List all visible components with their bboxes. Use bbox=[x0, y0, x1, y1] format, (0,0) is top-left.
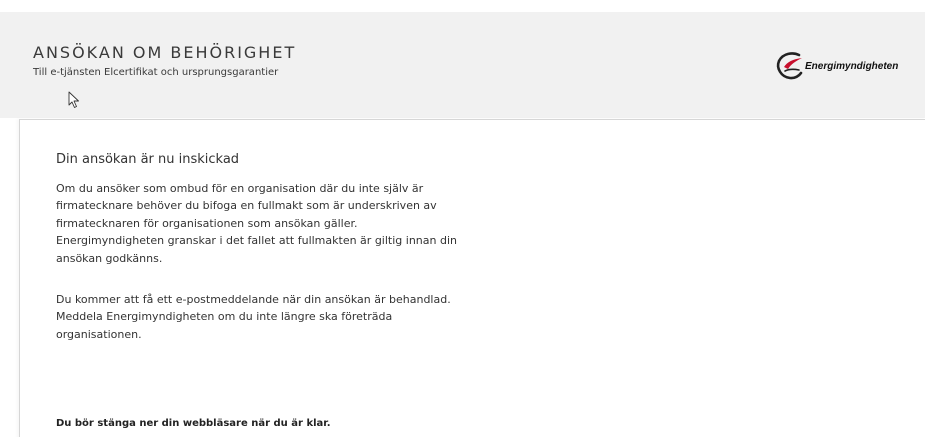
page-header: ANSÖKAN OM BEHÖRIGHET Till e-tjänsten El… bbox=[0, 12, 925, 118]
paragraph-line: firmatecknaren för organisationen som an… bbox=[56, 216, 358, 230]
paragraph-line: Du kommer att få ett e-postmeddelande nä… bbox=[56, 293, 451, 306]
paragraph-line: ansökan godkänns. bbox=[56, 251, 163, 265]
energimyndigheten-logo-icon bbox=[776, 52, 803, 80]
content-panel: Din ansökan är nu inskickad Om du ansöke… bbox=[19, 119, 925, 437]
paragraph-line: organisationen. bbox=[56, 327, 142, 341]
paragraph-line: Om du ansöker som ombud för en organisat… bbox=[56, 182, 424, 195]
page-title: ANSÖKAN OM BEHÖRIGHET bbox=[33, 43, 297, 62]
page-subtitle: Till e-tjänsten Elcertifikat och ursprun… bbox=[33, 67, 279, 78]
application-page: ANSÖKAN OM BEHÖRIGHET Till e-tjänsten El… bbox=[0, 0, 925, 437]
energimyndigheten-logo[interactable]: Energimyndigheten bbox=[775, 49, 898, 83]
close-browser-note: Du bör stänga ner din webbläsare när du … bbox=[56, 418, 331, 429]
paragraph-line: firmatecknare behöver du bifoga en fullm… bbox=[56, 199, 437, 213]
email-info-paragraph: Du kommer att få ett e-postmeddelande nä… bbox=[56, 291, 556, 343]
paragraph-line: Meddela Energimyndigheten om du inte län… bbox=[56, 310, 393, 324]
ombud-info-paragraph: Om du ansöker som ombud för en organisat… bbox=[56, 180, 556, 267]
paragraph-line: Energimyndigheten granskar i det fallet … bbox=[56, 234, 457, 248]
logo-text: Energimyndigheten bbox=[805, 60, 899, 72]
confirmation-heading: Din ansökan är nu inskickad bbox=[56, 152, 240, 167]
mouse-pointer-icon bbox=[68, 91, 79, 108]
